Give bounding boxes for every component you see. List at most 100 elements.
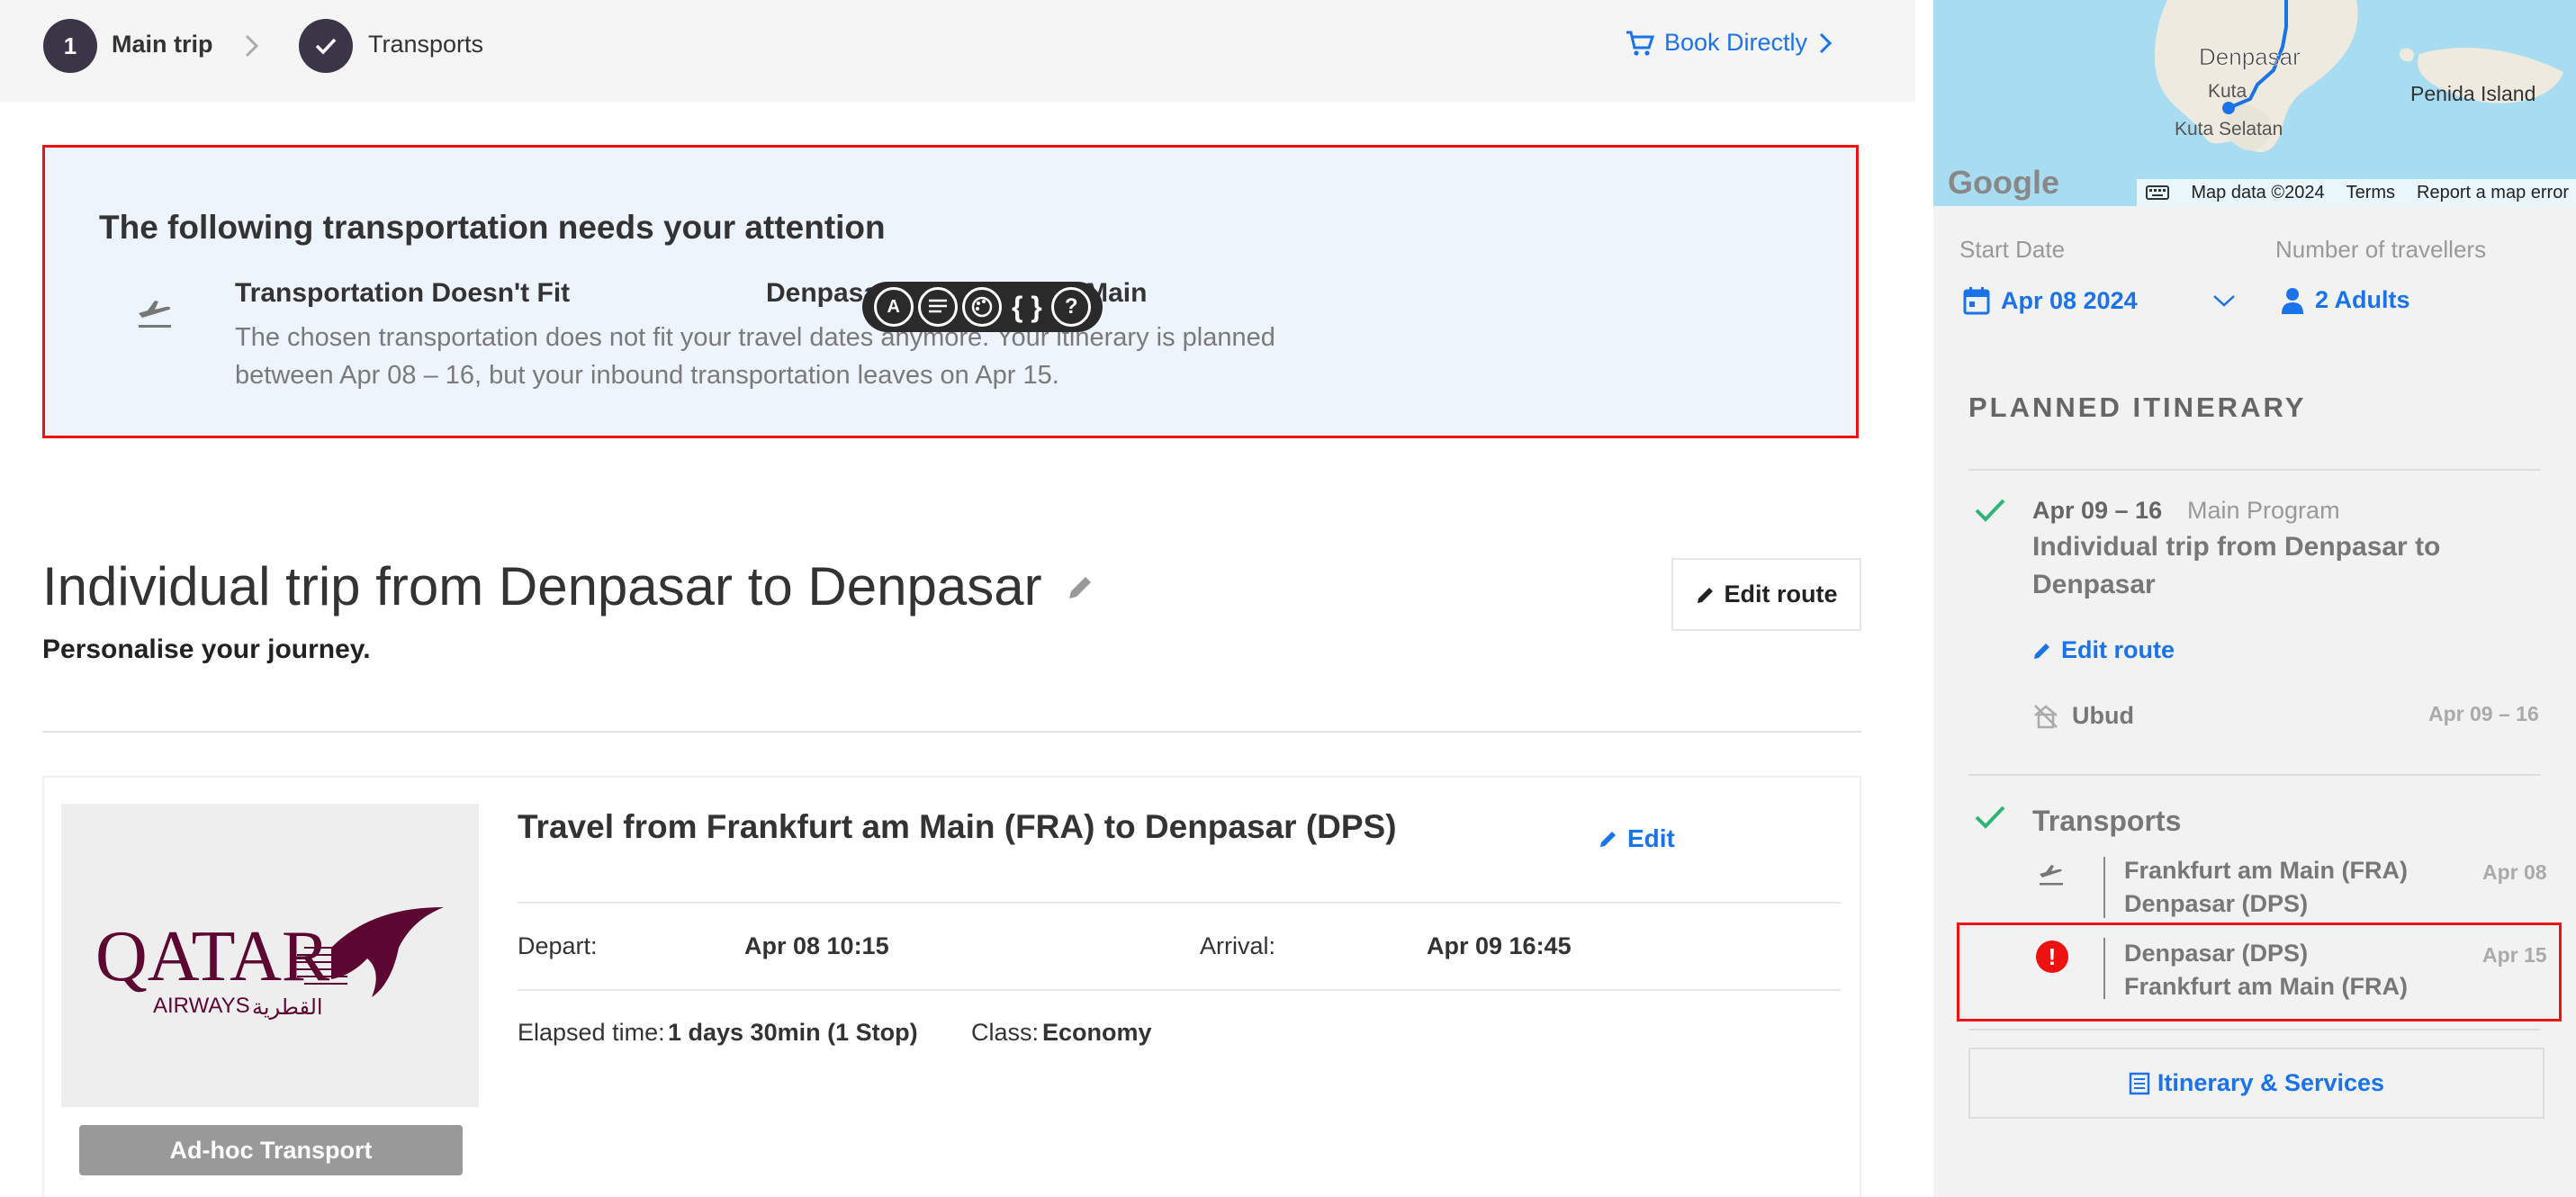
sidebar: Denpasar Kuta Kuta Selatan Penida Island… [1933, 0, 2576, 1197]
start-date-picker[interactable]: Apr 08 2024 [1963, 286, 2237, 315]
list-icon [2129, 1072, 2150, 1094]
start-date-value: Apr 08 2024 [2001, 286, 2138, 314]
itinerary-services-button[interactable]: Itinerary & Services [1968, 1048, 2544, 1119]
itinerary-city[interactable]: Ubud [2032, 702, 2134, 730]
transport-item-1[interactable]: Frankfurt am Main (FRA) Denpasar (DPS) [2124, 854, 2408, 921]
book-directly-label: Book Directly [1664, 29, 1808, 56]
divider [518, 902, 1841, 904]
pencil-icon [1600, 832, 1616, 847]
map-report-link[interactable]: Report a map error [2417, 183, 2569, 203]
pencil-icon [2034, 643, 2049, 659]
divider [1968, 774, 2541, 776]
arrival-value: Apr 09 16:45 [1427, 932, 1572, 959]
elapsed-value: 1 days 30min (1 Stop) [668, 1019, 918, 1046]
program-name: Individual trip from Denpasar to Denpasa… [2032, 532, 2441, 599]
adhoc-transport-button[interactable]: Ad-hoc Transport [79, 1125, 463, 1175]
depart-value: Apr 08 10:15 [744, 932, 889, 959]
step-1-label[interactable]: Main trip [112, 31, 213, 58]
page-subtitle: Personalise your journey. [42, 634, 371, 664]
arrival-label: Arrival: [1200, 932, 1276, 959]
edit-route-button[interactable]: Edit route [1671, 558, 1861, 631]
svg-text:Kuta Selatan: Kuta Selatan [2175, 119, 2283, 140]
travellers-label: Number of travellers [2275, 236, 2487, 263]
pencil-icon [1697, 587, 1713, 603]
transport-1-date: Apr 08 [2482, 860, 2547, 884]
depart-label: Depart: [518, 932, 598, 959]
svg-text:Kuta: Kuta [2208, 81, 2247, 102]
text-align-icon[interactable] [918, 287, 959, 327]
calendar-icon [1963, 287, 1990, 315]
divider [2103, 938, 2105, 999]
svg-text:Penida Island: Penida Island [2410, 82, 2535, 105]
step-2-badge[interactable] [299, 19, 353, 73]
city-dates: Apr 09 – 16 [2428, 702, 2539, 725]
edit-label: Edit [1627, 824, 1675, 852]
plane-departure-icon [139, 301, 171, 328]
divider [1968, 469, 2541, 471]
check-icon [1975, 806, 2005, 829]
page-title: Individual trip from Denpasar to Denpasa… [42, 556, 1042, 616]
help-icon[interactable]: ? [1051, 287, 1092, 327]
class-label: Class: [971, 1019, 1040, 1046]
divider [2103, 857, 2105, 918]
svg-text:QATAR: QATAR [95, 917, 330, 996]
class-value: Economy [1042, 1019, 1152, 1046]
svg-text:Google: Google [1948, 164, 2059, 201]
airline-logo: QATAR AIRWAYS القطرية [61, 804, 479, 1107]
chevron-right-icon [1819, 32, 1833, 53]
transports-heading: Transports [2032, 805, 2182, 837]
book-directly-link[interactable]: Book Directly [1625, 29, 1834, 57]
sidebar-edit-route-link[interactable]: Edit route [2032, 636, 2175, 664]
svg-text:AIRWAYS: AIRWAYS [153, 994, 250, 1018]
step-1-badge[interactable]: 1 [43, 19, 97, 73]
chevron-down-icon [2212, 295, 2235, 307]
alert-description: The chosen transportation does not fit y… [235, 323, 1275, 390]
map-data-text: Map data ©2024 [2191, 182, 2325, 202]
transport-2-from: Denpasar (DPS) [2124, 940, 2309, 967]
transport-item-2[interactable]: Denpasar (DPS) Frankfurt am Main (FRA) [2124, 937, 2408, 1004]
keyboard-icon[interactable] [2146, 185, 2170, 200]
palette-icon[interactable] [962, 287, 1003, 327]
elapsed-label: Elapsed time: [518, 1019, 665, 1046]
divider [1968, 1029, 2541, 1030]
alert-issue-type: Transportation Doesn't Fit [235, 278, 571, 308]
map-attribution: Map data ©2024 Terms Report a map error [2137, 179, 2576, 206]
planned-itinerary-heading: PLANNED ITINERARY [1968, 392, 2307, 423]
route-map[interactable]: Denpasar Kuta Kuta Selatan Penida Island… [1933, 0, 2576, 206]
person-icon [2282, 287, 2303, 314]
program-dates: Apr 09 – 16 [2032, 497, 2163, 524]
alert-title: The following transportation needs your … [99, 209, 886, 246]
svg-text:Denpasar: Denpasar [2199, 43, 2301, 70]
itinerary-services-label: Itinerary & Services [2157, 1069, 2385, 1096]
floating-toolbar: A { } ? [862, 282, 1103, 332]
transport-title: Travel from Frankfurt am Main (FRA) to D… [518, 808, 1397, 845]
plane-departure-icon [2040, 865, 2063, 886]
start-date-label: Start Date [1959, 236, 2066, 263]
travellers-picker[interactable]: 2 Adults [2281, 286, 2410, 314]
transport-2-date: Apr 15 [2482, 943, 2547, 967]
stepper-bar: 1 Main trip Transports Book Directly [0, 0, 1915, 102]
step-2-label[interactable]: Transports [368, 31, 483, 58]
error-icon: ! [2036, 940, 2068, 973]
map-terms-link[interactable]: Terms [2346, 183, 2395, 203]
city-name: Ubud [2072, 702, 2134, 729]
edit-transport-link[interactable]: Edit [1599, 824, 1675, 853]
transport-1-to: Denpasar (DPS) [2124, 890, 2309, 917]
transport-2-to: Frankfurt am Main (FRA) [2124, 973, 2409, 1000]
check-icon [315, 38, 337, 55]
transport-1-from: Frankfurt am Main (FRA) [2124, 857, 2409, 884]
edit-route-label: Edit route [1724, 580, 1838, 608]
cart-icon [1626, 31, 1655, 56]
program-label: Main Program [2187, 497, 2340, 524]
pencil-icon[interactable] [1065, 572, 1095, 603]
travellers-value: 2 Adults [2315, 286, 2410, 313]
translate-icon[interactable]: A [873, 287, 914, 327]
divider [518, 989, 1841, 991]
transport-card: QATAR AIRWAYS القطرية Ad-hoc Transport T… [42, 776, 1861, 1197]
code-braces-icon[interactable]: { } [1007, 287, 1047, 327]
hotel-off-icon [2034, 704, 2058, 728]
chevron-right-icon [245, 34, 259, 58]
divider [42, 731, 1861, 733]
check-icon [1975, 499, 2005, 522]
svg-text:القطرية: القطرية [252, 994, 323, 1020]
